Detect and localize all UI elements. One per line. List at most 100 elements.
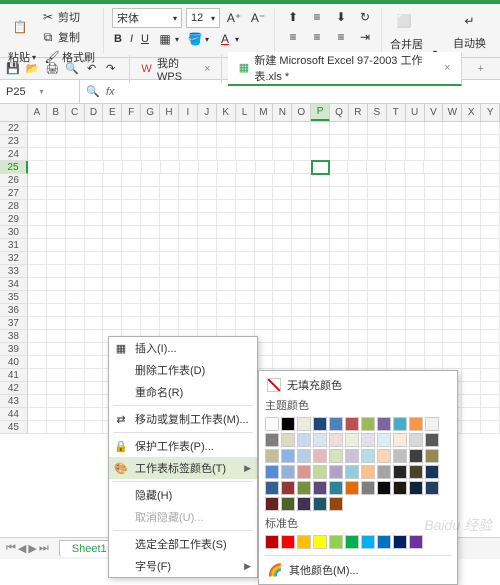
cell[interactable]: [443, 304, 462, 317]
row-header-38[interactable]: 38: [0, 330, 28, 343]
cell[interactable]: [443, 161, 462, 174]
cell[interactable]: [481, 382, 500, 395]
cell[interactable]: [292, 187, 311, 200]
row-header-23[interactable]: 23: [0, 135, 28, 148]
cell[interactable]: [66, 278, 85, 291]
cell[interactable]: [237, 161, 256, 174]
cell[interactable]: [85, 356, 104, 369]
cell[interactable]: [28, 291, 47, 304]
cell[interactable]: [236, 265, 255, 278]
cell[interactable]: [462, 174, 481, 187]
cell[interactable]: [348, 161, 367, 174]
cell[interactable]: [28, 369, 47, 382]
cell[interactable]: [368, 239, 387, 252]
align-center-button[interactable]: ≡: [307, 28, 327, 46]
cell[interactable]: [273, 278, 292, 291]
cell[interactable]: [481, 408, 500, 421]
cell[interactable]: [103, 148, 122, 161]
cell[interactable]: [28, 278, 47, 291]
cell[interactable]: [236, 291, 255, 304]
cell[interactable]: [47, 330, 66, 343]
cell[interactable]: [217, 278, 236, 291]
font-size-select[interactable]: 12▾: [186, 8, 220, 28]
cell[interactable]: [462, 187, 481, 200]
cell[interactable]: [160, 304, 179, 317]
cell[interactable]: [292, 213, 311, 226]
cell[interactable]: [387, 122, 406, 135]
color-swatch[interactable]: [297, 481, 311, 495]
cell[interactable]: [103, 291, 122, 304]
color-swatch[interactable]: [313, 417, 327, 431]
cell[interactable]: [141, 252, 160, 265]
align-top-button[interactable]: ⬆: [283, 8, 303, 26]
cell[interactable]: [66, 148, 85, 161]
cell[interactable]: [141, 174, 160, 187]
first-sheet-button[interactable]: ⏮: [6, 542, 16, 555]
cell[interactable]: [255, 226, 274, 239]
cell[interactable]: [406, 330, 425, 343]
cell[interactable]: [443, 213, 462, 226]
cell[interactable]: [236, 148, 255, 161]
cell[interactable]: [406, 304, 425, 317]
cell[interactable]: [47, 200, 66, 213]
cell[interactable]: [311, 239, 330, 252]
cell[interactable]: [218, 161, 237, 174]
cell[interactable]: [47, 304, 66, 317]
cell[interactable]: [462, 369, 481, 382]
cell[interactable]: [424, 161, 443, 174]
cell[interactable]: [292, 343, 311, 356]
color-swatch[interactable]: [265, 535, 279, 549]
cell[interactable]: [66, 395, 85, 408]
row-header-41[interactable]: 41: [0, 369, 28, 382]
font-name-select[interactable]: 宋体▾: [112, 8, 182, 28]
merge-center-button[interactable]: ⬜: [390, 8, 418, 34]
cell[interactable]: [85, 421, 104, 434]
col-header-Y[interactable]: Y: [481, 104, 500, 121]
cell[interactable]: [387, 135, 406, 148]
cell[interactable]: [255, 304, 274, 317]
cell[interactable]: [368, 174, 387, 187]
cell[interactable]: [462, 421, 481, 434]
row-header-32[interactable]: 32: [0, 252, 28, 265]
color-swatch[interactable]: [345, 433, 359, 447]
cell[interactable]: [47, 122, 66, 135]
row-header-36[interactable]: 36: [0, 304, 28, 317]
cell[interactable]: [198, 278, 217, 291]
cell[interactable]: [462, 226, 481, 239]
cell[interactable]: [236, 213, 255, 226]
col-header-F[interactable]: F: [122, 104, 141, 121]
cell[interactable]: [462, 265, 481, 278]
cell[interactable]: [141, 187, 160, 200]
cell[interactable]: [103, 135, 122, 148]
cell[interactable]: [28, 252, 47, 265]
cell[interactable]: [330, 187, 349, 200]
cell[interactable]: [330, 213, 349, 226]
cell[interactable]: [462, 252, 481, 265]
cell[interactable]: [141, 200, 160, 213]
cell[interactable]: [255, 200, 274, 213]
color-swatch[interactable]: [329, 417, 343, 431]
cell[interactable]: [255, 252, 274, 265]
cell[interactable]: [292, 304, 311, 317]
cell[interactable]: [236, 239, 255, 252]
close-icon[interactable]: ×: [204, 63, 210, 75]
auto-wrap-button[interactable]: ↵ 自动换: [451, 8, 488, 52]
cell[interactable]: [387, 291, 406, 304]
cell[interactable]: [443, 174, 462, 187]
select-all-corner[interactable]: [0, 104, 28, 121]
cell[interactable]: [368, 122, 387, 135]
cell[interactable]: [179, 226, 198, 239]
cell[interactable]: [368, 135, 387, 148]
last-sheet-button[interactable]: ⏭: [39, 542, 49, 555]
color-swatch[interactable]: [361, 465, 375, 479]
increase-font-button[interactable]: A⁺: [224, 9, 244, 27]
cell[interactable]: [368, 252, 387, 265]
cell[interactable]: [273, 213, 292, 226]
cell[interactable]: [311, 343, 330, 356]
cell[interactable]: [481, 122, 500, 135]
cell[interactable]: [122, 187, 141, 200]
color-swatch[interactable]: [377, 433, 391, 447]
cell[interactable]: [160, 239, 179, 252]
cell[interactable]: [481, 343, 500, 356]
color-swatch[interactable]: [265, 417, 279, 431]
